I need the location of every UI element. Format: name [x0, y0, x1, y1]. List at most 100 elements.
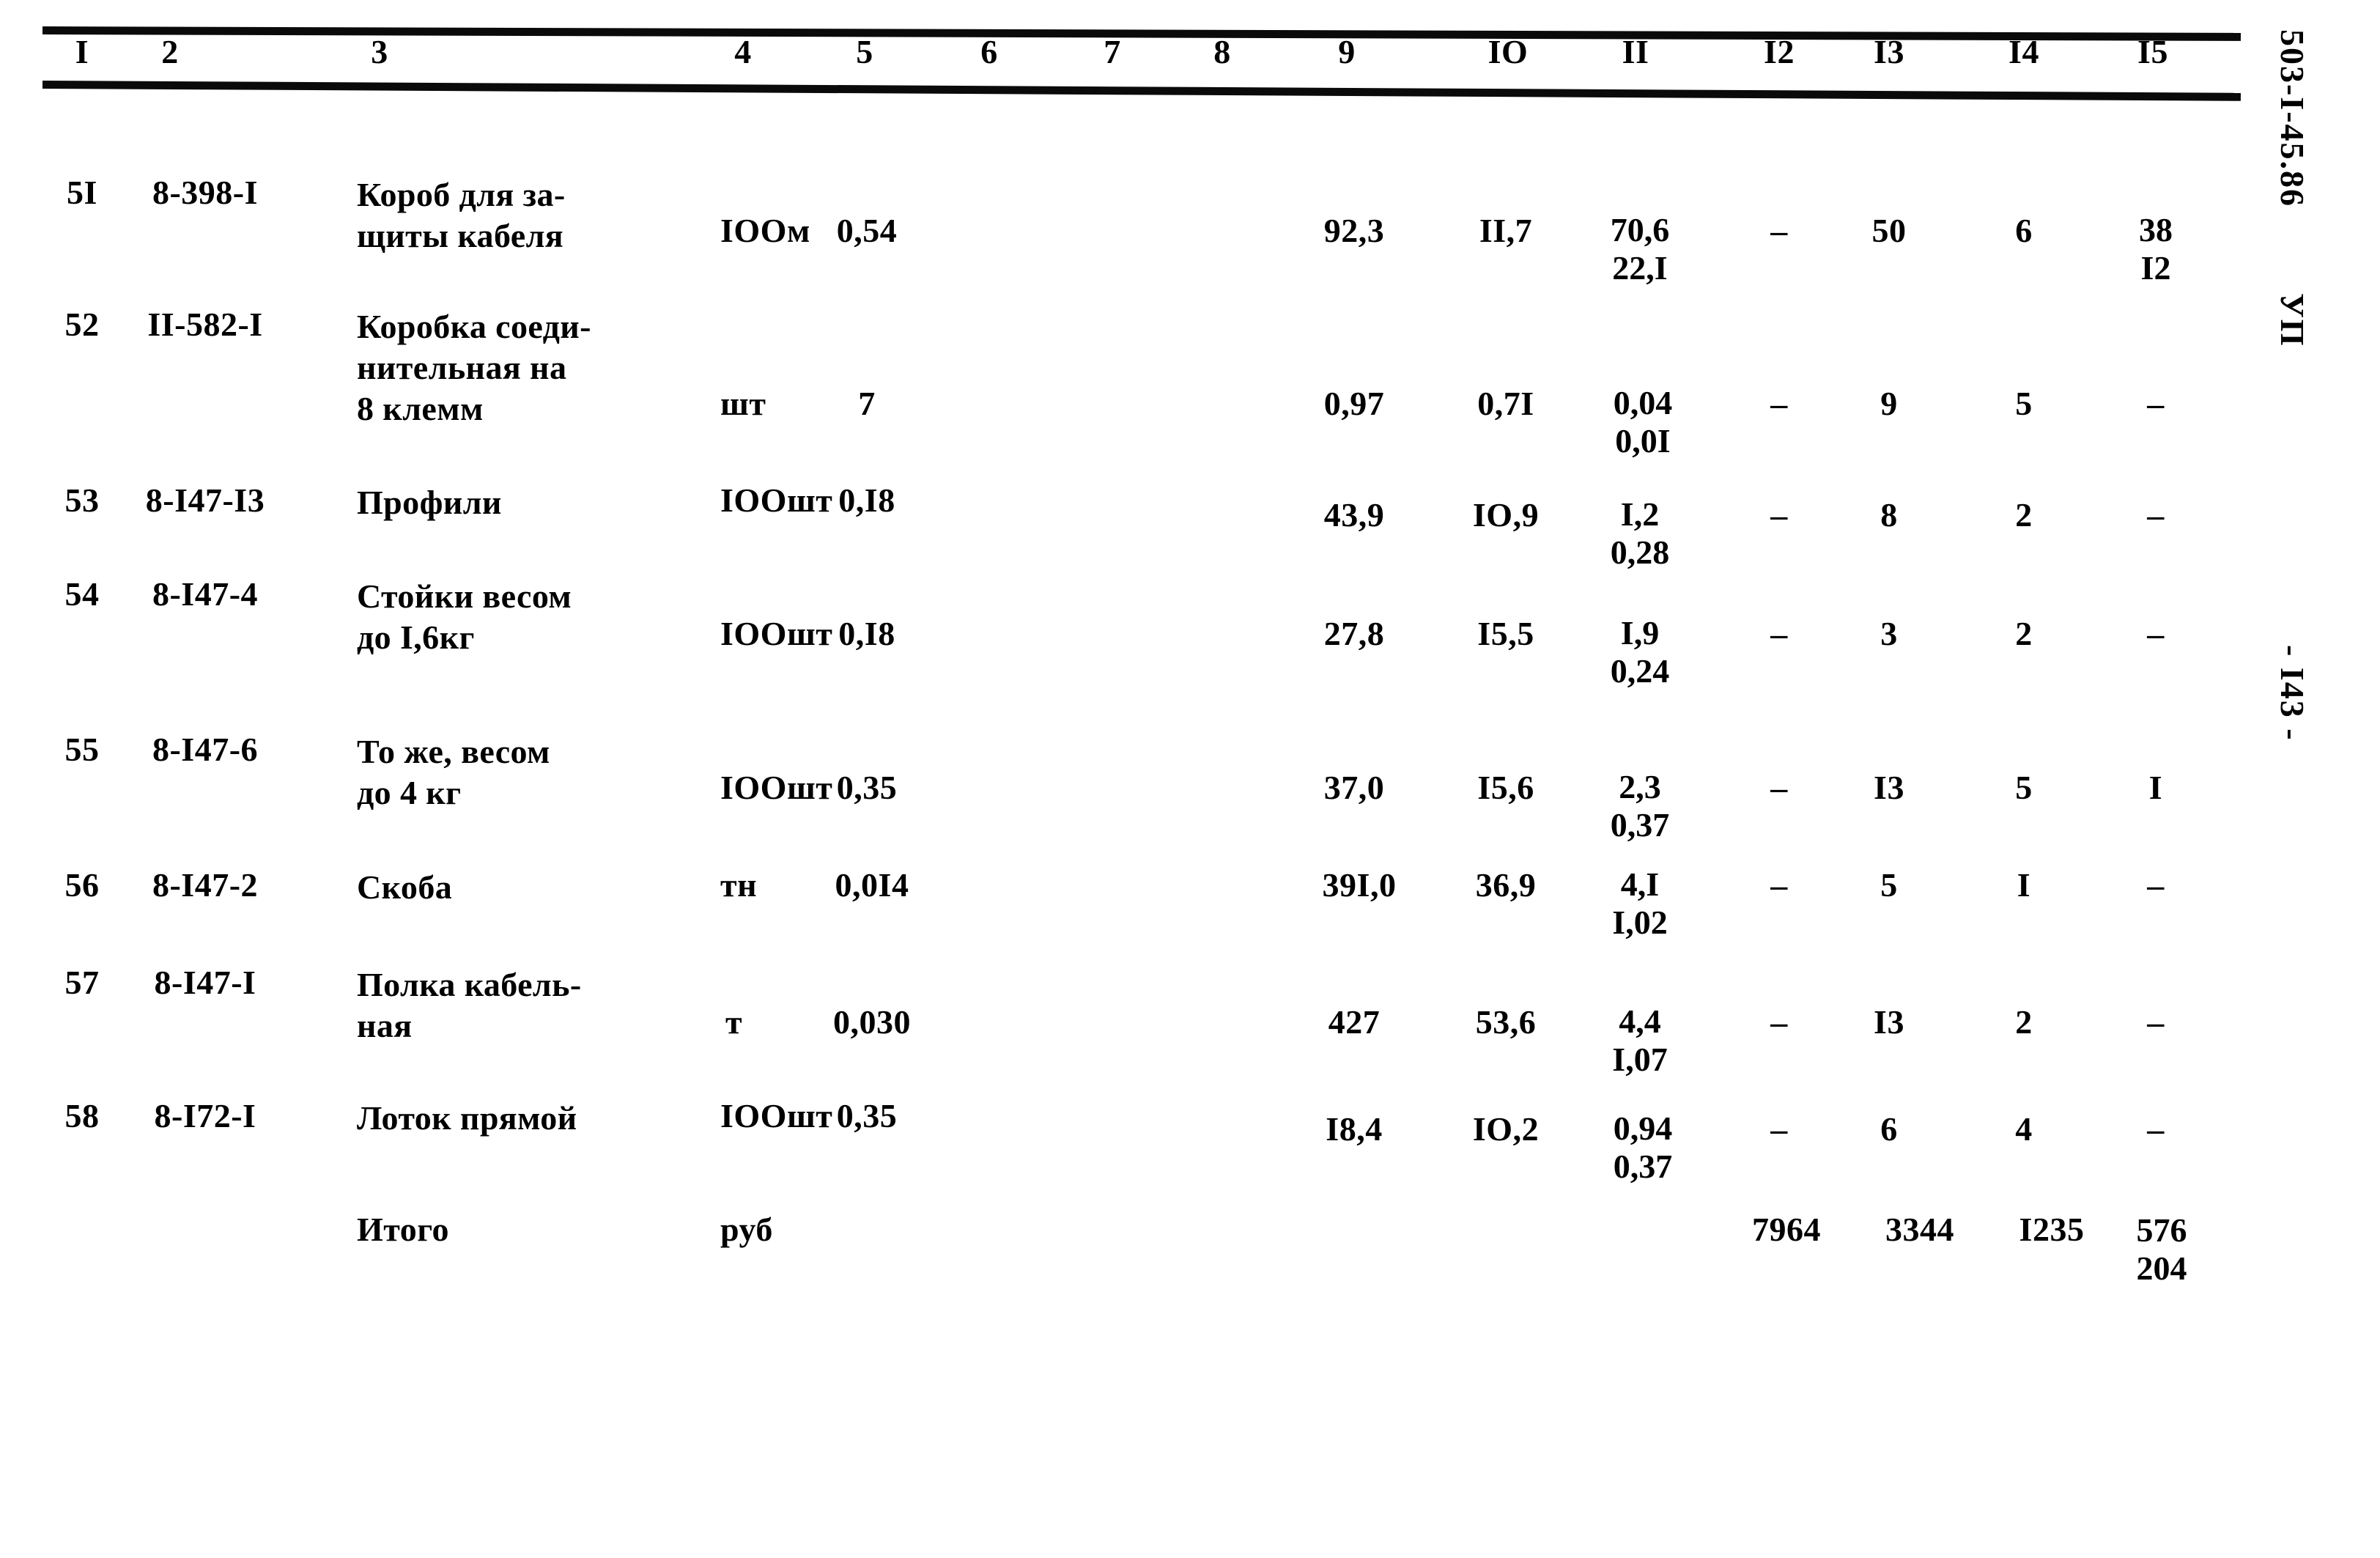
- column-header-13: I3: [1874, 33, 1904, 70]
- table-row: 70,6 22,I: [1610, 211, 1670, 287]
- table-row: –: [2147, 615, 2165, 652]
- table-row: –: [1770, 866, 1788, 904]
- table-row: Полка кабель- ная: [357, 966, 582, 1044]
- column-header-10: IO: [1488, 33, 1529, 70]
- table-row: 8-I47-I3: [145, 481, 265, 519]
- table-row: Коробка соеди- нительная на 8 клемм: [357, 308, 591, 427]
- total-row-value-12: 7964: [1752, 1211, 1821, 1248]
- table-row: I: [2017, 866, 2031, 904]
- table-row: 4: [2015, 1110, 2033, 1148]
- margin-page-number: - I43 -: [2274, 645, 2311, 742]
- column-header-4: 4: [734, 33, 752, 70]
- table-row: –: [1770, 1003, 1788, 1041]
- table-row: 0,030: [833, 1003, 911, 1041]
- column-header-5: 5: [856, 33, 873, 70]
- table-row: 8-I72-I: [154, 1097, 256, 1134]
- table-row: –: [2147, 1110, 2165, 1148]
- table-row: 5I: [67, 174, 97, 211]
- margin-section-label: УП: [2274, 293, 2311, 347]
- table-row: 2,3 0,37: [1610, 768, 1670, 843]
- table-row: 58: [64, 1097, 100, 1134]
- table-row: 0,94 0,37: [1613, 1110, 1673, 1185]
- column-header-11: II: [1622, 33, 1649, 70]
- table-row: –: [2147, 385, 2165, 422]
- table-row: –: [2147, 866, 2165, 904]
- table-row: 9: [1880, 385, 1898, 422]
- table-row: I3: [1874, 1003, 1904, 1041]
- table-row: 37,0: [1323, 769, 1385, 806]
- column-header-9: 9: [1338, 33, 1356, 70]
- column-header-2: 2: [161, 33, 179, 70]
- scanned-page: I 2 3 4 5 6 7 8 9 IO II I2 I3 I4 I 5 5I 8…: [0, 0, 2380, 1558]
- table-row: IO,2: [1472, 1110, 1540, 1148]
- table-row: 2: [2015, 496, 2033, 534]
- table-row: шт: [720, 385, 766, 422]
- table-row: 57: [64, 964, 100, 1001]
- table-row: I3: [1874, 769, 1904, 806]
- table-row: 8-I47-2: [152, 866, 259, 904]
- table-row: 6: [2015, 212, 2033, 249]
- table-row: 39I,0: [1322, 866, 1397, 904]
- table-row: 427: [1328, 1003, 1381, 1041]
- table-row: I5,5: [1477, 615, 1534, 652]
- table-row: 3: [1880, 615, 1898, 652]
- table-row: 2: [2015, 615, 2033, 652]
- table-row: 5: [2015, 385, 2033, 422]
- table-row: 27,8: [1323, 615, 1385, 652]
- table-row: Лоток прямой: [357, 1099, 577, 1137]
- table-row: Скоба: [357, 868, 453, 906]
- table-row: IOOшт: [720, 769, 833, 806]
- table-row: –: [1770, 496, 1788, 534]
- table-row: 5: [1880, 866, 1898, 904]
- table-row: –: [1770, 769, 1788, 806]
- column-header-7: 7: [1104, 33, 1121, 70]
- total-row-label: Итого: [357, 1211, 450, 1248]
- table-row: 0,04 0,0I: [1613, 384, 1673, 459]
- total-row-value-14: I235: [2019, 1211, 2085, 1248]
- total-row-value-15: 576 204: [2136, 1211, 2187, 1287]
- table-row: 50: [1871, 212, 1907, 249]
- table-row: То же, весом до 4 кг: [357, 733, 550, 811]
- table-header-rule: [42, 81, 2241, 101]
- table-row: II-582-I: [147, 306, 263, 343]
- table-row: 8-398-I: [152, 174, 259, 211]
- table-row: 56: [64, 866, 100, 904]
- table-row: 52: [64, 306, 100, 343]
- table-row: I,9 0,24: [1610, 614, 1670, 690]
- table-row: 0,0I4: [835, 866, 909, 904]
- table-row: тн: [720, 866, 758, 904]
- column-header-12: I2: [1764, 33, 1795, 70]
- table-row: 4,I I,02: [1612, 865, 1668, 941]
- table-row: 8: [1880, 496, 1898, 534]
- table-row: II,7: [1479, 212, 1533, 249]
- table-row: 36,9: [1475, 866, 1537, 904]
- table-row: IO,9: [1472, 496, 1540, 534]
- table-row: 8-I47-I: [154, 964, 256, 1001]
- table-row: 0,35: [836, 1097, 898, 1134]
- table-row: 0,35: [836, 769, 898, 806]
- table-row: 6: [1880, 1110, 1898, 1148]
- margin-document-code: 503-I-45.86: [2274, 29, 2311, 208]
- table-row: т: [725, 1003, 743, 1041]
- table-row: 0,54: [836, 212, 898, 249]
- table-row: I: [2148, 769, 2163, 806]
- table-row: –: [1770, 385, 1788, 422]
- table-row: 5: [2015, 769, 2033, 806]
- table-row: IOOшт: [720, 615, 833, 652]
- table-row: IOOшт: [720, 481, 833, 519]
- table-row: 0,7I: [1477, 385, 1534, 422]
- table-row: 4,4 I,07: [1612, 1003, 1668, 1078]
- table-row: Стойки весом до I,6кг: [357, 577, 572, 656]
- table-row: –: [1770, 212, 1788, 249]
- table-row: –: [1770, 615, 1788, 652]
- column-header-8: 8: [1213, 33, 1231, 70]
- table-row: 2: [2015, 1003, 2033, 1041]
- table-row: I8,4: [1326, 1110, 1383, 1148]
- table-row: 43,9: [1323, 496, 1385, 534]
- table-row: 55: [64, 731, 100, 768]
- column-header-14: I4: [2008, 33, 2039, 70]
- table-row: –: [2147, 1003, 2165, 1041]
- table-row: 38 I2: [2139, 211, 2173, 287]
- table-row: 0,I8: [838, 481, 895, 519]
- table-row: 0,97: [1323, 385, 1385, 422]
